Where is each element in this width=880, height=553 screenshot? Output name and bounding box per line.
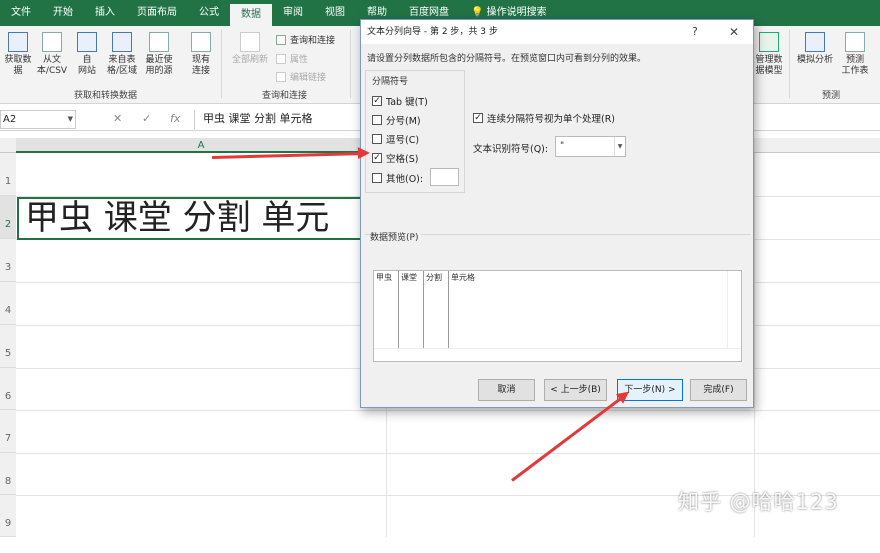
row-header-7[interactable]: 7: [0, 410, 16, 453]
tab-file[interactable]: 文件: [0, 0, 42, 26]
group-divider: [350, 30, 351, 98]
other-delimiter-checkbox[interactable]: 其他(O):: [372, 171, 423, 185]
checkbox-checked-icon: ✓: [372, 153, 382, 163]
row-header-5[interactable]: 5: [0, 325, 16, 368]
back-button[interactable]: < 上一步(B): [544, 379, 607, 401]
recent-sources-button[interactable]: 最近使 用的源: [142, 32, 176, 77]
refresh-all-button[interactable]: 全部刷新: [228, 32, 272, 66]
table-icon: [112, 32, 132, 52]
queries-icon: [276, 34, 286, 45]
tab-formulas[interactable]: 公式: [188, 0, 230, 26]
column-divider: [754, 153, 755, 537]
tab-delimiter-checkbox[interactable]: ✓ Tab 键(T): [372, 94, 428, 108]
existing-connections-button[interactable]: 现有 连接: [186, 32, 216, 77]
finish-button[interactable]: 完成(F): [690, 379, 747, 401]
group-label-get-transform: 获取和转换数据: [74, 91, 138, 101]
row-header-4[interactable]: 4: [0, 282, 16, 325]
data-preview-label: 数据预览(P): [370, 230, 422, 243]
properties-icon: [276, 53, 286, 64]
text-to-columns-dialog: 文本分列向导 - 第 2 步，共 3 步 ? ✕ 请设置分列数据所包含的分隔符号…: [360, 19, 754, 408]
row-header-2[interactable]: 2: [0, 196, 16, 239]
help-icon[interactable]: ?: [692, 20, 698, 44]
get-data-icon: [8, 32, 28, 52]
group-label-forecast: 预测: [822, 91, 841, 101]
checkbox-checked-icon: ✓: [372, 96, 382, 106]
delimiters-group-label: 分隔符号: [370, 74, 411, 87]
cancel-button[interactable]: 取消: [478, 379, 535, 401]
checkbox-checked-icon: ✓: [473, 113, 483, 123]
tab-home[interactable]: 开始: [42, 0, 84, 26]
preview-divider: [365, 234, 751, 235]
row-divider: [16, 410, 880, 411]
what-if-analysis-button[interactable]: 模拟分析: [792, 32, 838, 66]
row-header-8[interactable]: 8: [0, 453, 16, 495]
close-icon[interactable]: ✕: [729, 20, 739, 44]
preview-column[interactable]: 单元格: [449, 271, 728, 349]
chevron-down-icon: ▼: [614, 137, 625, 156]
tab-data[interactable]: 数据: [230, 4, 272, 26]
group-divider: [789, 30, 790, 98]
row-divider: [16, 453, 880, 454]
properties-button[interactable]: 属性: [276, 52, 308, 65]
tab-view[interactable]: 视图: [314, 0, 356, 26]
from-table-range-button[interactable]: 来自表 格/区域: [104, 32, 140, 77]
text-qualifier-label: 文本识别符号(Q):: [473, 144, 549, 155]
data-preview-pane[interactable]: 甲虫 课堂 分割 单元格: [373, 270, 742, 362]
row-header-1[interactable]: 1: [0, 153, 16, 196]
other-delimiter-input[interactable]: [430, 168, 459, 186]
row-header-3[interactable]: 3: [0, 239, 16, 282]
column-header-a[interactable]: A: [16, 138, 386, 153]
manage-data-model-button[interactable]: 管理数 据模型: [752, 32, 786, 77]
semicolon-delimiter-checkbox[interactable]: 分号(M): [372, 113, 421, 127]
group-divider: [221, 30, 222, 98]
get-data-button[interactable]: 获取数 据: [3, 32, 33, 77]
insert-function-icon[interactable]: fx: [170, 112, 180, 125]
recent-sources-icon: [149, 32, 169, 52]
connections-icon: [191, 32, 211, 52]
preview-horizontal-scrollbar[interactable]: [374, 348, 741, 361]
text-file-icon: [42, 32, 62, 52]
preview-vertical-scrollbar[interactable]: [727, 271, 741, 349]
chevron-down-icon: ▼: [67, 115, 73, 123]
edit-links-button[interactable]: 编辑链接: [276, 70, 326, 83]
web-icon: [77, 32, 97, 52]
from-text-csv-button[interactable]: 从文 本/CSV: [34, 32, 70, 77]
queries-connections-button[interactable]: 查询和连接: [276, 33, 335, 46]
comma-delimiter-checkbox[interactable]: 逗号(C): [372, 132, 419, 146]
row-header-9[interactable]: 9: [0, 495, 16, 537]
watermark: 知乎 @哈哈123: [678, 490, 839, 514]
name-box[interactable]: A2 ▼: [0, 110, 76, 129]
lightbulb-icon: 💡: [471, 7, 487, 18]
edit-links-icon: [276, 71, 286, 82]
data-model-icon: [759, 32, 779, 52]
tab-insert[interactable]: 插入: [84, 0, 126, 26]
what-if-icon: [805, 32, 825, 52]
checkbox-icon: [372, 173, 382, 183]
checkbox-icon: [372, 115, 382, 125]
preview-column[interactable]: 分割: [424, 271, 449, 349]
preview-column[interactable]: 课堂: [399, 271, 424, 349]
refresh-icon: [240, 32, 260, 52]
forecast-chart-icon: [845, 32, 865, 52]
preview-column[interactable]: 甲虫: [374, 271, 399, 349]
enter-check-icon[interactable]: ✓: [142, 112, 151, 125]
row-header-6[interactable]: 6: [0, 368, 16, 410]
text-qualifier-select[interactable]: " ▼: [555, 136, 626, 157]
tab-review[interactable]: 审阅: [272, 0, 314, 26]
forecast-sheet-button[interactable]: 预测 工作表: [838, 32, 872, 77]
checkbox-icon: [372, 134, 382, 144]
dialog-description: 请设置分列数据所包含的分隔符号。在预览窗口内可看到分列的效果。: [367, 54, 647, 64]
from-web-button[interactable]: 自 网站: [72, 32, 102, 77]
consecutive-delimiters-checkbox[interactable]: ✓ 连续分隔符号视为单个处理(R): [473, 111, 615, 125]
group-label-queries: 查询和连接: [262, 91, 308, 101]
tab-page-layout[interactable]: 页面布局: [126, 0, 188, 26]
space-delimiter-checkbox[interactable]: ✓ 空格(S): [372, 151, 418, 165]
cancel-icon[interactable]: ✕: [113, 112, 122, 125]
cell-a2[interactable]: 甲虫 课堂 分割 单元: [17, 197, 386, 240]
